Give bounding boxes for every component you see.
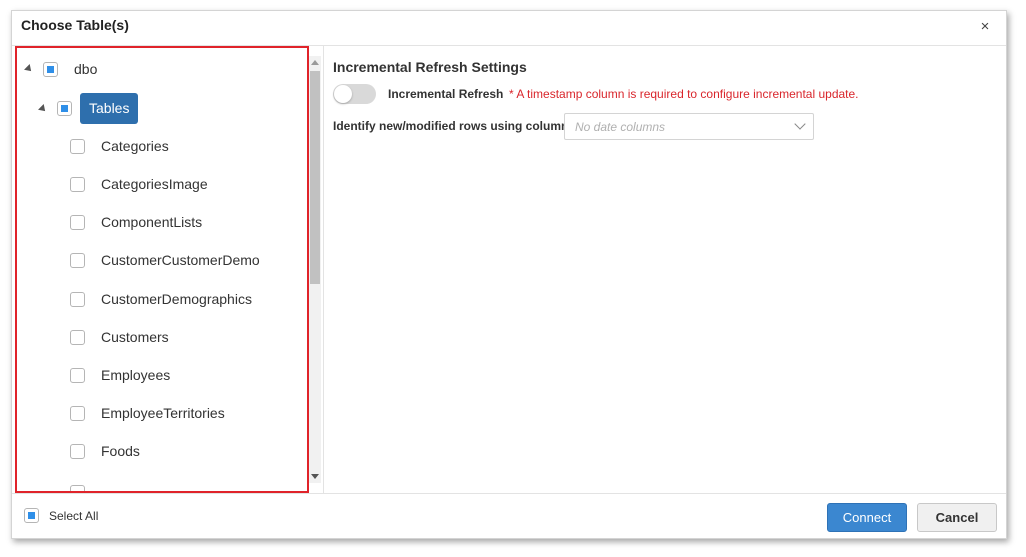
table-checkbox[interactable] <box>70 176 85 192</box>
table-name: Customers <box>101 329 169 345</box>
toggle-knob <box>334 85 352 103</box>
table-checkbox[interactable] <box>70 291 85 307</box>
tree-node-label-selected[interactable]: Tables <box>80 93 139 124</box>
tree-node-tables[interactable]: Tables <box>38 92 139 125</box>
date-column-dropdown[interactable]: No date columns <box>564 113 814 140</box>
table-name: Employees <box>101 367 171 383</box>
tree-item[interactable]: CategoriesImage <box>70 172 208 196</box>
tree-node-label: dbo <box>74 61 98 77</box>
incremental-refresh-toggle[interactable] <box>333 84 376 104</box>
pane-divider <box>323 46 324 493</box>
tree-item[interactable]: ComponentLists <box>70 210 202 234</box>
tree-item-clipped <box>70 480 85 491</box>
tree-item[interactable]: Categories <box>70 134 169 158</box>
table-name: CategoriesImage <box>101 176 208 192</box>
tree-item[interactable]: Foods <box>70 439 140 463</box>
table-checkbox <box>70 484 85 491</box>
table-checkbox[interactable] <box>70 138 85 154</box>
table-name: Foods <box>101 443 140 459</box>
table-name: CustomerDemographics <box>101 291 252 307</box>
scrollbar-thumb[interactable] <box>310 71 320 284</box>
cancel-button[interactable]: Cancel <box>917 503 997 532</box>
table-name: ComponentLists <box>101 214 203 230</box>
tree-item[interactable]: CustomerCustomerDemo <box>70 248 260 272</box>
tables-checkbox[interactable] <box>57 101 72 116</box>
scroll-down-icon[interactable] <box>311 474 319 479</box>
table-checkbox[interactable] <box>70 329 85 345</box>
table-name: CustomerCustomerDemo <box>101 252 260 268</box>
tree-item[interactable]: Customers <box>70 325 169 349</box>
scroll-up-icon[interactable] <box>311 60 319 65</box>
incremental-refresh-label: Incremental Refresh <box>388 87 504 101</box>
close-icon[interactable]: × <box>978 19 992 35</box>
select-all-label: Select All <box>49 508 99 523</box>
table-checkbox[interactable] <box>70 443 85 459</box>
tree-item[interactable]: Employees <box>70 363 170 387</box>
tree-node-dbo[interactable]: dbo <box>24 57 98 81</box>
table-checkbox[interactable] <box>70 367 85 383</box>
select-all-control[interactable]: Select All <box>24 508 98 523</box>
dialog-title: Choose Table(s) <box>21 17 129 33</box>
tree-item[interactable]: CustomerDemographics <box>70 287 252 311</box>
collapse-arrow-icon[interactable] <box>38 103 48 114</box>
dialog-titlebar: Choose Table(s) × <box>12 11 1006 46</box>
tree-item[interactable]: EmployeeTerritories <box>70 401 225 425</box>
select-all-checkbox[interactable] <box>24 508 39 523</box>
chevron-down-icon <box>794 118 806 130</box>
table-checkbox[interactable] <box>70 252 85 268</box>
dbo-checkbox[interactable] <box>43 61 58 77</box>
collapse-arrow-icon[interactable] <box>24 64 34 74</box>
table-name: EmployeeTerritories <box>101 405 225 421</box>
choose-tables-dialog: Choose Table(s) × dbo Tables Categories … <box>11 10 1007 539</box>
timestamp-warning: * A timestamp column is required to conf… <box>509 87 859 101</box>
dropdown-placeholder: No date columns <box>575 120 666 134</box>
settings-heading: Incremental Refresh Settings <box>333 59 527 75</box>
tree-scrollbar[interactable] <box>309 56 321 483</box>
identify-rows-label: Identify new/modified rows using column <box>333 119 569 133</box>
table-checkbox[interactable] <box>70 405 85 421</box>
table-checkbox[interactable] <box>70 214 85 230</box>
dialog-footer: Select All Connect Cancel <box>12 493 1006 540</box>
table-tree: dbo Tables Categories CategoriesImage Co… <box>15 46 309 493</box>
table-name: Categories <box>101 138 169 154</box>
connect-button[interactable]: Connect <box>827 503 907 532</box>
